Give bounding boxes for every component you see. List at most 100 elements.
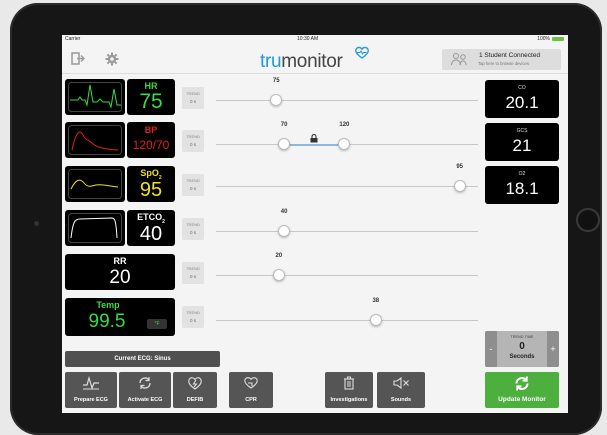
slider-knob[interactable] <box>270 94 283 106</box>
gcs-tile[interactable]: GCS 21 <box>485 123 559 161</box>
gear-icon[interactable] <box>105 52 119 71</box>
activate-ecg-label: Activate ECG <box>127 397 163 403</box>
lock-icon[interactable] <box>310 130 318 148</box>
trend-value: 0 s <box>189 318 196 323</box>
battery-percent: 100% <box>537 36 550 42</box>
etco2-waveform-tile[interactable] <box>65 210 125 246</box>
rr-slider[interactable]: 20 <box>216 253 478 281</box>
connection-status-button[interactable]: 1 Student Connected Tap here to browse d… <box>442 49 561 70</box>
hr-waveform-tile[interactable] <box>65 79 125 115</box>
hr-value-tile[interactable]: HR 75 <box>127 79 175 115</box>
slider-knob[interactable] <box>453 180 466 192</box>
students-icon <box>450 52 470 72</box>
trend-label: TREND <box>186 134 200 139</box>
spo2-value-tile[interactable]: SpO2 95 <box>127 166 175 202</box>
etco2-value: 40 <box>139 223 163 245</box>
etco2-trend-button[interactable]: TREND 0 s <box>182 218 204 240</box>
trend-label: TREND <box>186 178 200 183</box>
investigations-label: Investigations <box>330 397 368 403</box>
gcs-value: 21 <box>512 136 532 155</box>
spo2-slider[interactable]: 95 <box>216 164 478 192</box>
defib-button[interactable]: DEFIB <box>173 372 217 408</box>
prepare-ecg-label: Prepare ECG <box>74 397 108 403</box>
app-logo: trumonitor <box>260 51 343 73</box>
sounds-label: Sounds <box>390 397 412 403</box>
slider-value-label: 120 <box>339 122 350 128</box>
temp-trend-button[interactable]: TREND 0 s <box>182 306 204 328</box>
ecg-waveform-icon <box>68 82 122 112</box>
bp-trend-button[interactable]: TREND 0 s <box>182 130 204 152</box>
bp-label: BP <box>144 125 158 135</box>
rr-value-tile[interactable]: RR 20 <box>65 254 175 290</box>
heart-bolt-icon <box>173 376 217 395</box>
cpr-button[interactable]: CPR <box>229 372 273 408</box>
activate-ecg-button[interactable]: Activate ECG <box>119 372 171 408</box>
spo2-trend-button[interactable]: TREND 0 s <box>182 174 204 196</box>
screen: Carrier 10:30 AM 100% trumonitor 1 Stude… <box>62 35 568 413</box>
cpr-label: CPR <box>245 397 257 403</box>
slider-knob[interactable] <box>278 225 291 237</box>
slider-value-label: 20 <box>275 253 283 259</box>
spo2-label-text: SpO <box>140 168 159 178</box>
trend-time-decrement[interactable]: - <box>485 331 497 367</box>
trend-time-label: TREND TIME <box>510 335 534 339</box>
hr-slider[interactable]: 75 <box>216 78 478 106</box>
o2-value: 18.1 <box>505 179 539 198</box>
bp-value: 120/70 <box>132 138 170 152</box>
trend-label: TREND <box>186 310 200 315</box>
bp-waveform-tile[interactable] <box>65 122 125 158</box>
etco2-label-text: ETCO <box>137 212 163 222</box>
etco2-slider[interactable]: 40 <box>216 209 478 237</box>
rr-value: 20 <box>109 267 131 288</box>
slider-knob[interactable] <box>369 314 382 326</box>
slider-value-label: 38 <box>372 298 380 304</box>
bp-slider[interactable]: 70 120 <box>216 122 478 150</box>
slider-value-label: 75 <box>272 78 280 84</box>
hr-value: 75 <box>139 90 163 113</box>
trend-time-stepper: - TREND TIME 0 Seconds + <box>485 331 559 367</box>
trend-time-increment[interactable]: + <box>547 331 559 367</box>
bp-value-tile[interactable]: BP 120/70 <box>127 122 175 158</box>
connection-main-text: 1 Student Connected <box>479 52 541 59</box>
spo2-value: 95 <box>139 179 163 201</box>
slider-value-label: 70 <box>280 122 288 128</box>
trend-value: 0 s <box>189 186 196 191</box>
o2-tile[interactable]: O2 18.1 <box>485 166 559 204</box>
co-tile[interactable]: CO 20.1 <box>485 80 559 118</box>
trend-value: 0 s <box>189 274 196 279</box>
trash-icon <box>325 376 373 395</box>
co-label: CO <box>518 85 526 91</box>
logo-part-tru: tru <box>260 51 282 72</box>
status-bar: Carrier 10:30 AM 100% <box>62 35 568 43</box>
rr-trend-button[interactable]: TREND 0 s <box>182 262 204 284</box>
ecg-icon <box>65 375 117 395</box>
connection-sub-text: Tap here to browse devices <box>478 61 529 66</box>
slider-knob[interactable] <box>338 138 351 150</box>
trend-time-unit: Seconds <box>509 354 535 360</box>
current-ecg-button[interactable]: Current ECG: Sinus <box>65 351 220 367</box>
rr-label: RR <box>113 256 127 266</box>
defib-label: DEFIB <box>186 397 204 403</box>
slider-knob[interactable] <box>272 269 285 281</box>
refresh-icon <box>119 376 171 395</box>
temp-value-tile[interactable]: Temp 99.5 °F <box>65 298 175 336</box>
speaker-mute-icon <box>377 376 425 395</box>
camera <box>34 221 39 226</box>
spo2-waveform-tile[interactable] <box>65 166 125 202</box>
temp-unit-badge[interactable]: °F <box>147 319 167 329</box>
slider-value-label: 40 <box>280 209 288 215</box>
exit-icon[interactable] <box>71 52 86 70</box>
home-button[interactable] <box>576 208 600 232</box>
hr-trend-button[interactable]: TREND 0 s <box>182 87 204 109</box>
trend-label: TREND <box>186 222 200 227</box>
slider-knob[interactable] <box>278 138 291 150</box>
investigations-button[interactable]: Investigations <box>325 372 373 408</box>
temp-slider[interactable]: 38 <box>216 298 478 326</box>
update-monitor-button[interactable]: Update Monitor <box>485 372 559 408</box>
heart-pulse-icon <box>354 46 370 64</box>
prepare-ecg-button[interactable]: Prepare ECG <box>65 372 117 408</box>
etco2-value-tile[interactable]: ETCO2 40 <box>127 210 175 246</box>
pleth-waveform-icon <box>68 169 122 199</box>
sounds-button[interactable]: Sounds <box>377 372 425 408</box>
trend-time-value: 0 <box>519 341 525 352</box>
